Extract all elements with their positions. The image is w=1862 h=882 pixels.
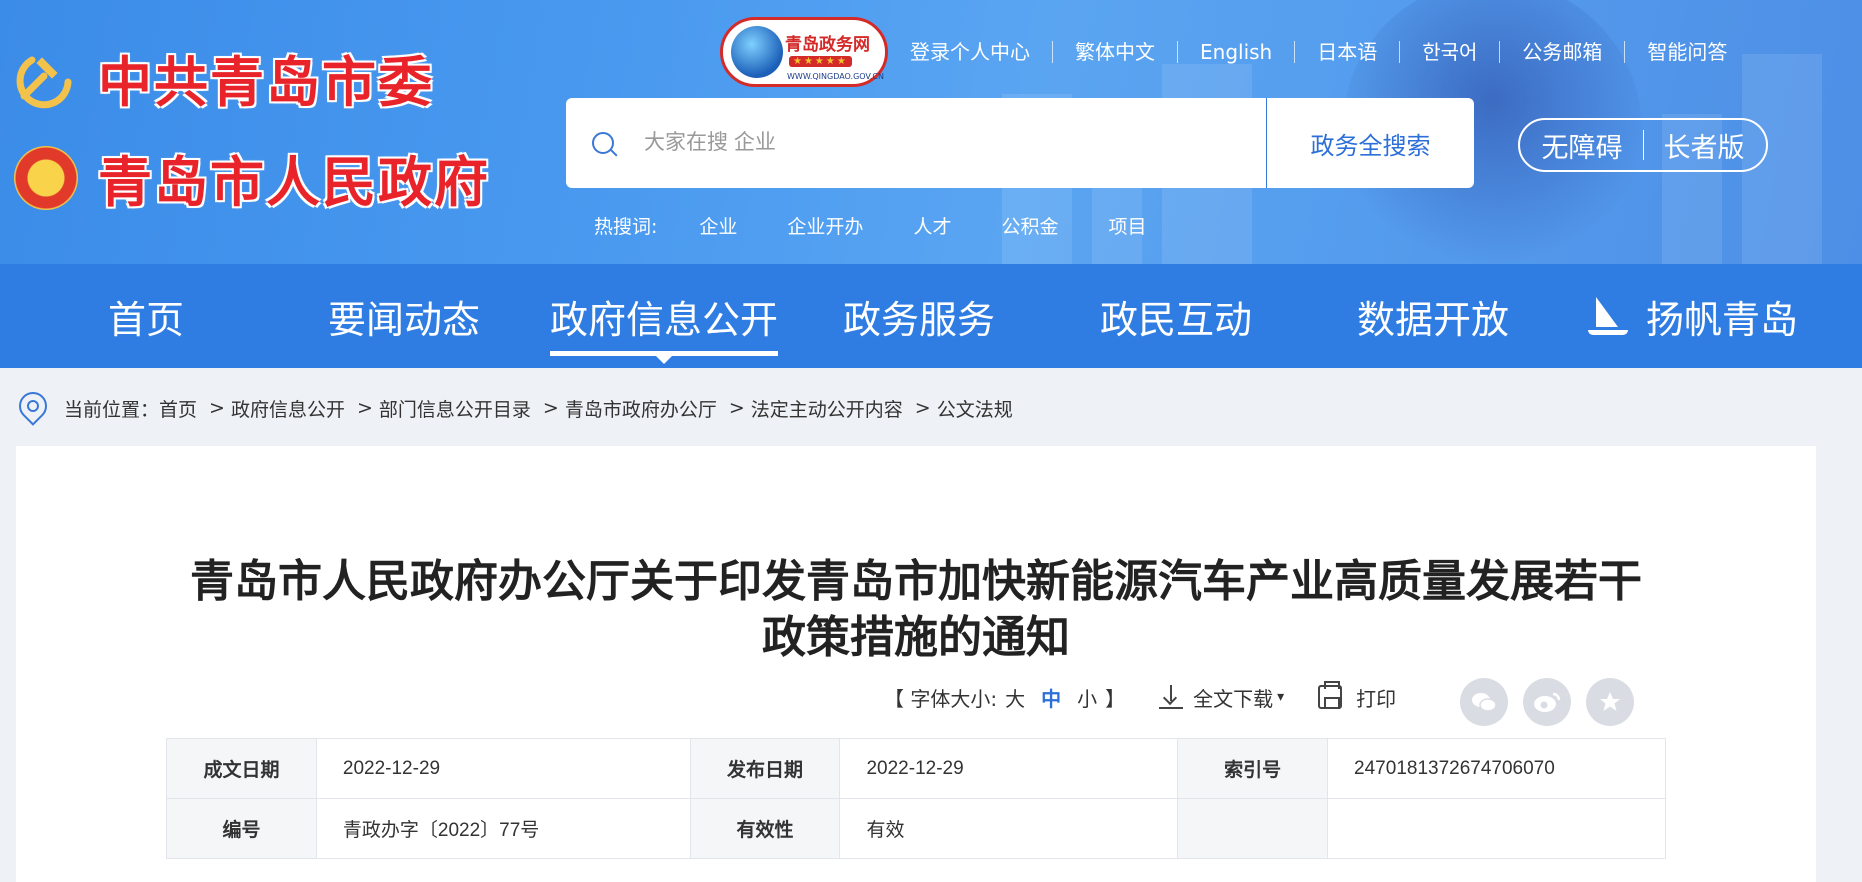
hotword-item[interactable]: 人才 [913,212,951,239]
print-button[interactable]: 打印 [1356,683,1396,712]
search-input[interactable] [644,131,1204,155]
print-icon [1318,681,1343,709]
hotwords-label: 热搜词: [594,216,658,238]
gov-logo[interactable]: 青岛市人民政府 [14,138,490,217]
meta-value: 2022-12-29 [839,738,1179,799]
party-name: 中共青岛市委 [98,51,434,114]
font-large-button[interactable]: 大 [1005,683,1025,712]
meta-value: 青政办字〔2022〕77号 [315,798,691,859]
breadcrumb-separator: > [728,397,745,419]
nav-item-interaction[interactable]: 政民互动 [1100,264,1252,368]
nav-item-yangfan[interactable]: 扬帆青岛 [1588,264,1798,368]
national-emblem-icon [14,145,78,210]
english-link[interactable]: English [1177,41,1294,63]
nav-item-news[interactable]: 要闻动态 [328,264,480,368]
breadcrumb-separator: > [914,397,931,419]
hotword-item[interactable]: 项目 [1108,212,1146,239]
japanese-link[interactable]: 日本语 [1294,41,1399,63]
search-icon [592,132,614,154]
table-row: 编号 青政办字〔2022〕77号 有效性 有效 [166,798,1666,859]
nav-item-label: 扬帆青岛 [1646,297,1799,342]
meta-key: 有效性 [689,798,841,859]
gov-name: 青岛市人民政府 [98,151,490,214]
breadcrumb-item[interactable]: 法定主动公开内容 [751,395,903,422]
wechat-icon[interactable] [1460,678,1508,726]
meta-key: 发布日期 [689,738,841,799]
meta-value: 2022-12-29 [315,738,691,799]
meta-key: 索引号 [1177,738,1329,799]
hotword-item[interactable]: 公积金 [1001,212,1058,239]
breadcrumb-item[interactable]: 部门信息公开目录 [379,395,531,422]
korean-link[interactable]: 한국어 [1399,41,1499,63]
party-emblem-icon [14,46,78,110]
official-mail-link[interactable]: 公务邮箱 [1499,41,1624,63]
site-header: 中共青岛市委 青岛市人民政府 青岛政务网 ★★★★★ WWW.QINGDAO.G… [0,0,1862,264]
barrier-free-button[interactable]: 无障碍 [1542,126,1623,165]
weibo-icon[interactable] [1523,678,1571,726]
meta-value [1327,798,1666,859]
font-size-close: 】 [1105,686,1126,711]
font-small-button[interactable]: 小 [1077,683,1097,712]
font-size-label: 【 字体大小: [884,686,998,711]
nav-item-services[interactable]: 政务服务 [843,264,995,368]
breadcrumb-separator: > [542,397,559,419]
search-button[interactable]: 政务全搜索 [1266,98,1474,188]
sailboat-icon [1588,295,1630,337]
meta-key: 编号 [166,798,317,859]
meta-value: 2470181372674706070 [1327,738,1666,799]
qingdao-portal-badge[interactable]: 青岛政务网 ★★★★★ WWW.QINGDAO.GOV.CN [720,17,888,87]
breadcrumb-label: 当前位置： [64,398,160,421]
dropdown-caret[interactable]: ▾ [1277,689,1284,705]
document-card: 青岛市人民政府办公厅关于印发青岛市加快新能源汽车产业高质量发展若干 政策措施的通… [16,446,1816,882]
breadcrumb-separator: > [209,397,225,419]
main-nav: 首页 要闻动态 政府信息公开 政务服务 政民互动 数据开放 扬帆青岛 [0,264,1862,368]
location-pin-icon [18,392,44,424]
favorite-icon[interactable] [1586,678,1634,726]
accessibility-toggle: 无障碍 长者版 [1518,118,1768,172]
breadcrumb-item[interactable]: 首页 [159,395,197,422]
portal-stars: ★★★★★ [789,56,852,67]
download-button[interactable]: 全文下载 [1193,683,1273,712]
hotword-item[interactable]: 企业开办 [787,212,863,239]
nav-item-open-data[interactable]: 数据开放 [1357,264,1509,368]
smart-qa-link[interactable]: 智能问答 [1624,41,1749,63]
breadcrumb-item[interactable]: 公文法规 [937,395,1013,422]
meta-key: 成文日期 [166,738,317,799]
document-title: 青岛市人民政府办公厅关于印发青岛市加快新能源汽车产业高质量发展若干 政策措施的通… [16,554,1816,666]
party-logo[interactable]: 中共青岛市委 [14,38,434,117]
font-medium-button[interactable]: 中 [1041,683,1061,712]
elderly-mode-button[interactable]: 长者版 [1664,126,1745,165]
breadcrumb-separator: > [356,397,373,419]
search-box: 政务全搜索 [566,98,1474,188]
portal-name: 青岛政务网 [785,35,870,55]
meta-value: 有效 [839,798,1179,859]
breadcrumb-item[interactable]: 青岛市政府办公厅 [565,395,717,422]
title-line: 青岛市人民政府办公厅关于印发青岛市加快新能源汽车产业高质量发展若干 [190,556,1642,607]
portal-url: WWW.QINGDAO.GOV.CN [787,72,884,81]
hotword-item[interactable]: 企业 [699,212,737,239]
table-row: 成文日期 2022-12-29 发布日期 2022-12-29 索引号 2470… [166,738,1666,799]
download-icon [1159,685,1184,709]
breadcrumb-item[interactable]: 政府信息公开 [231,395,345,422]
document-toolbar: 【 字体大小: 大 中 小 】 全文下载 ▾ 打印 [884,674,1396,720]
top-links-bar: 青岛政务网 ★★★★★ WWW.QINGDAO.GOV.CN 登录个人中心 繁体… [720,14,1749,90]
breadcrumb: 当前位置： 首页 > 政府信息公开 > 部门信息公开目录 > 青岛市政府办公厅 … [18,390,1013,426]
title-line: 政策措施的通知 [762,612,1070,663]
divider [1642,130,1644,160]
hot-search-words: 热搜词: 企业 企业开办 人才 公积金 项目 [594,212,1196,239]
nav-item-gov-info[interactable]: 政府信息公开 [550,264,779,368]
login-link[interactable]: 登录个人中心 [910,41,1052,63]
traditional-chinese-link[interactable]: 繁体中文 [1052,41,1177,63]
document-meta-table: 成文日期 2022-12-29 发布日期 2022-12-29 索引号 2470… [166,738,1666,859]
nav-item-home[interactable]: 首页 [108,264,184,368]
globe-icon [731,26,783,78]
meta-key [1177,798,1329,859]
